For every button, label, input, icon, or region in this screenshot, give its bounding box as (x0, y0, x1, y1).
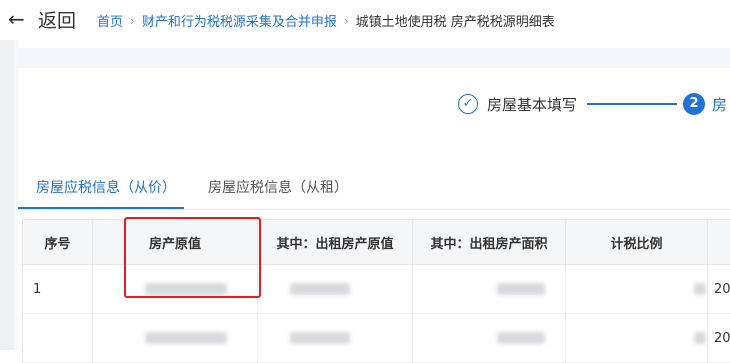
back-label: 返回 (38, 9, 77, 32)
cell-tax-ratio (566, 265, 708, 313)
column-header-rental-area: 其中：出租房产面积 (413, 220, 566, 264)
column-header-more (708, 220, 730, 264)
highlight-box (124, 217, 261, 298)
step-2-label[interactable]: 房 (712, 94, 727, 115)
cell-index: 1 (23, 265, 93, 313)
arrow-left-icon: ← (8, 7, 25, 31)
check-circle-icon: ✓ (458, 94, 478, 114)
cell-rental-area (413, 265, 566, 313)
cell-rental-value (258, 314, 413, 362)
step-1-label[interactable]: 房屋基本填写 (487, 94, 577, 115)
step-2-number: 2 (683, 93, 706, 115)
cell-tax-ratio (566, 314, 708, 362)
column-header-tax-ratio: 计税比例 (566, 220, 708, 264)
info-strip (18, 48, 730, 68)
step-connector (587, 103, 678, 105)
tab-bar: 房屋应税信息（从价） 房屋应税信息（从租） (18, 173, 730, 210)
form-card: ✓ 房屋基本填写 2 房 房屋应税信息（从价） 房屋应税信息（从租） 序号 房产… (18, 40, 730, 363)
active-tab-indicator (18, 207, 184, 209)
cell-rental-area (413, 314, 566, 362)
cell-rental-value (258, 265, 413, 313)
tab-rental[interactable]: 房屋应税信息（从租） (208, 177, 348, 197)
chevron-right-icon: › (343, 13, 349, 28)
tab-ad-valorem[interactable]: 房屋应税信息（从价） (36, 177, 176, 197)
breadcrumb: 首页 › 财产和行为税税源采集及合并申报 › 城镇土地使用税 房产税税源明细表 (97, 11, 555, 31)
top-bar: ← 返回 首页 › 财产和行为税税源采集及合并申报 › 城镇土地使用税 房产税税… (0, 0, 730, 40)
chevron-right-icon: › (130, 13, 135, 28)
step-indicator: ✓ 房屋基本填写 2 房 (458, 93, 727, 115)
table-row[interactable]: 20 (23, 314, 730, 363)
cell-more: 20 (708, 314, 730, 362)
cell-original-value (93, 314, 258, 362)
cell-index (23, 314, 93, 362)
column-header-index: 序号 (23, 220, 93, 264)
cell-more: 20 (708, 265, 730, 313)
breadcrumb-section[interactable]: 财产和行为税税源采集及合并申报 (142, 11, 337, 30)
back-button[interactable]: ← 返回 (8, 6, 76, 32)
breadcrumb-home[interactable]: 首页 (97, 11, 123, 30)
left-gutter (0, 40, 14, 350)
breadcrumb-current: 城镇土地使用税 房产税税源明细表 (355, 15, 555, 30)
column-header-rental-value: 其中：出租房产原值 (258, 220, 413, 264)
